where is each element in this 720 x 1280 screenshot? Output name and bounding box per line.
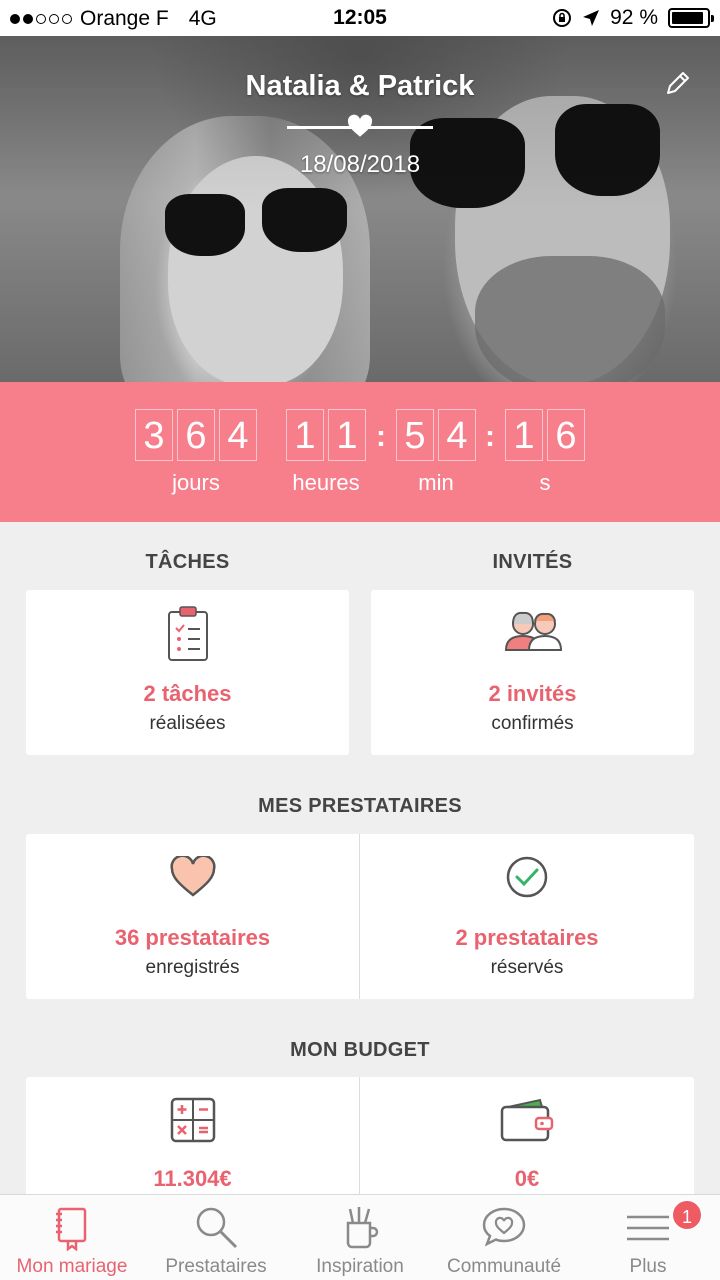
vendors-card: 36 prestataires enregistrés 2 prestatair… xyxy=(26,834,694,999)
tasks-section-title: TÂCHES xyxy=(145,551,230,573)
check-circle-icon xyxy=(506,856,548,898)
battery-icon xyxy=(668,8,714,28)
countdown-days-label: jours xyxy=(172,470,220,495)
booked-vendors-label: réservés xyxy=(490,957,564,978)
status-bar: Orange F 4G 12:05 92 % xyxy=(0,0,720,36)
pencil-cup-icon xyxy=(346,1207,379,1249)
saved-vendors-panel[interactable]: 36 prestataires enregistrés xyxy=(26,834,359,999)
bottom-tab-bar: Mon mariage Prestataires Inspiration Com… xyxy=(0,1194,720,1280)
tab-label: Mon mariage xyxy=(16,1256,128,1277)
chat-heart-icon xyxy=(482,1207,526,1247)
countdown-separator: : xyxy=(376,420,386,453)
tab-label: Inspiration xyxy=(316,1256,404,1277)
wallet-icon xyxy=(500,1098,554,1142)
heart-icon xyxy=(169,856,216,897)
countdown-separator: : xyxy=(485,420,495,453)
battery-percent: 92 % xyxy=(610,6,658,29)
tasks-done-count: 2 tâches xyxy=(143,681,232,706)
couple-photo-header: Natalia & Patrick 18/08/2018 xyxy=(0,36,720,382)
countdown-seconds-digit: 6 xyxy=(547,409,585,461)
rotation-lock-icon xyxy=(553,9,572,27)
location-arrow-icon xyxy=(583,10,600,26)
budget-section-title: MON BUDGET xyxy=(290,1039,430,1061)
status-right: 92 % xyxy=(552,6,714,30)
tab-communaute[interactable]: Communauté xyxy=(432,1195,576,1280)
booked-vendors-panel[interactable]: 2 prestataires réservés xyxy=(360,834,694,999)
countdown-hours-digit: 1 xyxy=(328,409,366,461)
estimated-budget-value: 11.304€ xyxy=(153,1166,232,1191)
countdown-days-digit: 6 xyxy=(177,409,215,461)
tab-label: Communauté xyxy=(446,1256,562,1277)
countdown-minutes-digit: 5 xyxy=(396,409,434,461)
countdown-seconds-digit: 1 xyxy=(505,409,543,461)
notification-badge: 1 xyxy=(671,1199,703,1231)
wedding-countdown: 3 6 4 1 1 : 5 4 : 1 6 jours heures min s xyxy=(0,382,720,522)
wedding-date: 18/08/2018 xyxy=(299,151,421,178)
couple-names: Natalia & Patrick xyxy=(245,70,475,102)
heart-icon xyxy=(347,114,373,137)
countdown-days-digit: 3 xyxy=(135,409,173,461)
calculator-icon xyxy=(170,1097,215,1143)
guests-confirmed-label: confirmés xyxy=(491,713,574,734)
guests-section-title: INVITÉS xyxy=(492,551,573,573)
booked-vendors-count: 2 prestataires xyxy=(455,925,599,950)
edit-pencil-icon[interactable] xyxy=(664,69,692,97)
tab-inspiration[interactable]: Inspiration xyxy=(288,1195,432,1280)
tasks-card[interactable]: 2 tâches réalisées xyxy=(26,590,349,755)
saved-vendors-count: 36 prestataires xyxy=(114,925,271,950)
tab-mon-mariage[interactable]: Mon mariage xyxy=(0,1195,144,1280)
clipboard-checklist-icon xyxy=(167,606,208,661)
tab-plus[interactable]: Plus 1 xyxy=(576,1195,720,1280)
search-icon xyxy=(196,1207,238,1249)
guests-confirmed-count: 2 invités xyxy=(488,681,577,706)
tab-prestataires[interactable]: Prestataires xyxy=(144,1195,288,1280)
countdown-minutes-label: min xyxy=(418,470,454,495)
vendors-section-title: MES PRESTATAIRES xyxy=(258,795,462,817)
countdown-hours-label: heures xyxy=(292,470,360,495)
countdown-hours-digit: 1 xyxy=(286,409,324,461)
countdown-days-digit: 4 xyxy=(219,409,257,461)
guests-card[interactable]: 2 invités confirmés xyxy=(371,590,694,755)
menu-icon xyxy=(627,1215,669,1241)
tab-label: Prestataires xyxy=(165,1256,267,1277)
tab-label: Plus xyxy=(629,1256,667,1277)
countdown-seconds-label: s xyxy=(539,470,551,495)
guests-people-icon xyxy=(504,611,562,651)
saved-vendors-label: enregistrés xyxy=(145,957,240,978)
tasks-done-label: réalisées xyxy=(149,713,226,734)
countdown-minutes-digit: 4 xyxy=(438,409,476,461)
spent-budget-value: 0€ xyxy=(514,1166,540,1191)
notebook-icon xyxy=(56,1207,87,1251)
